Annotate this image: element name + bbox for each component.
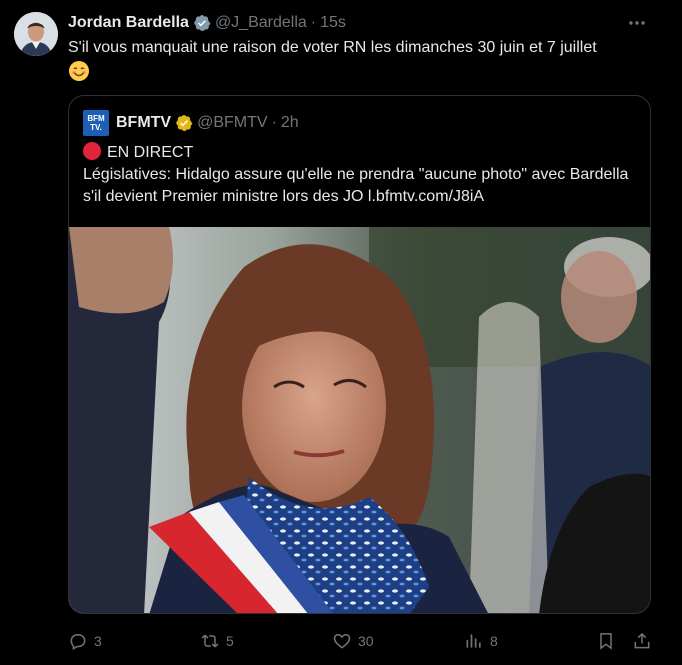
repost-button[interactable]: 5 [200,624,234,658]
quoted-separator-dot: · [271,114,277,131]
tweet[interactable]: Jordan Bardella @J_Bardella · 15s S'il v… [0,0,682,665]
views-button[interactable]: 8 [464,624,498,658]
quoted-post[interactable]: BFM TV. BFMTV @BFMTV · 2h EN DIRECT Légi… [68,95,651,614]
post-text-body: S'il vous manquait une raison de voter R… [68,39,597,56]
share-button[interactable] [632,624,658,658]
reply-count: 3 [94,633,102,649]
heart-icon [333,633,351,649]
bookmark-icon [600,633,612,650]
smiling-face-emoji-icon [69,61,89,81]
like-button[interactable]: 30 [332,624,374,658]
live-label: EN DIRECT [107,144,194,161]
reply-icon [70,634,86,650]
tweet-header: Jordan Bardella @J_Bardella · 15s [68,12,346,34]
like-count: 30 [358,633,374,649]
verified-badge-icon[interactable] [193,14,211,32]
bookmark-button[interactable] [596,624,622,658]
quoted-header: BFM TV. BFMTV @BFMTV · 2h [83,110,299,136]
author-handle[interactable]: @J_Bardella [215,14,307,32]
separator-dot: · [310,14,317,31]
share-icon [634,632,650,649]
avatar-image [14,12,58,56]
more-options-button[interactable] [624,10,650,36]
quoted-text: EN DIRECT Législatives: Hidalgo assure q… [83,142,638,208]
action-bar: 3 5 30 8 [68,624,658,658]
gold-verified-badge-icon[interactable] [175,114,193,132]
live-red-circle-icon [83,142,101,160]
repost-icon [201,634,219,648]
quoted-timestamp[interactable]: 2h [281,114,299,132]
post-text: S'il vous manquait une raison de voter R… [68,36,658,86]
reply-button[interactable]: 3 [68,624,102,658]
logo-text-line2: TV. [90,123,102,132]
quoted-text-body: Législatives: Hidalgo assure qu'elle ne … [83,166,629,205]
repost-count: 5 [226,633,234,649]
quoted-author-handle[interactable]: @BFMTV [197,114,267,132]
more-dots-icon [629,21,645,25]
bfmtv-logo[interactable]: BFM TV. [83,110,109,136]
views-count: 8 [490,633,498,649]
quoted-author-name[interactable]: BFMTV [116,114,171,132]
logo-text-line1: BFM [87,114,105,123]
author-name[interactable]: Jordan Bardella [68,14,189,32]
post-timestamp[interactable]: 15s [320,14,346,32]
views-chart-icon [466,634,481,648]
news-photo[interactable] [69,227,651,614]
avatar[interactable] [14,12,58,56]
